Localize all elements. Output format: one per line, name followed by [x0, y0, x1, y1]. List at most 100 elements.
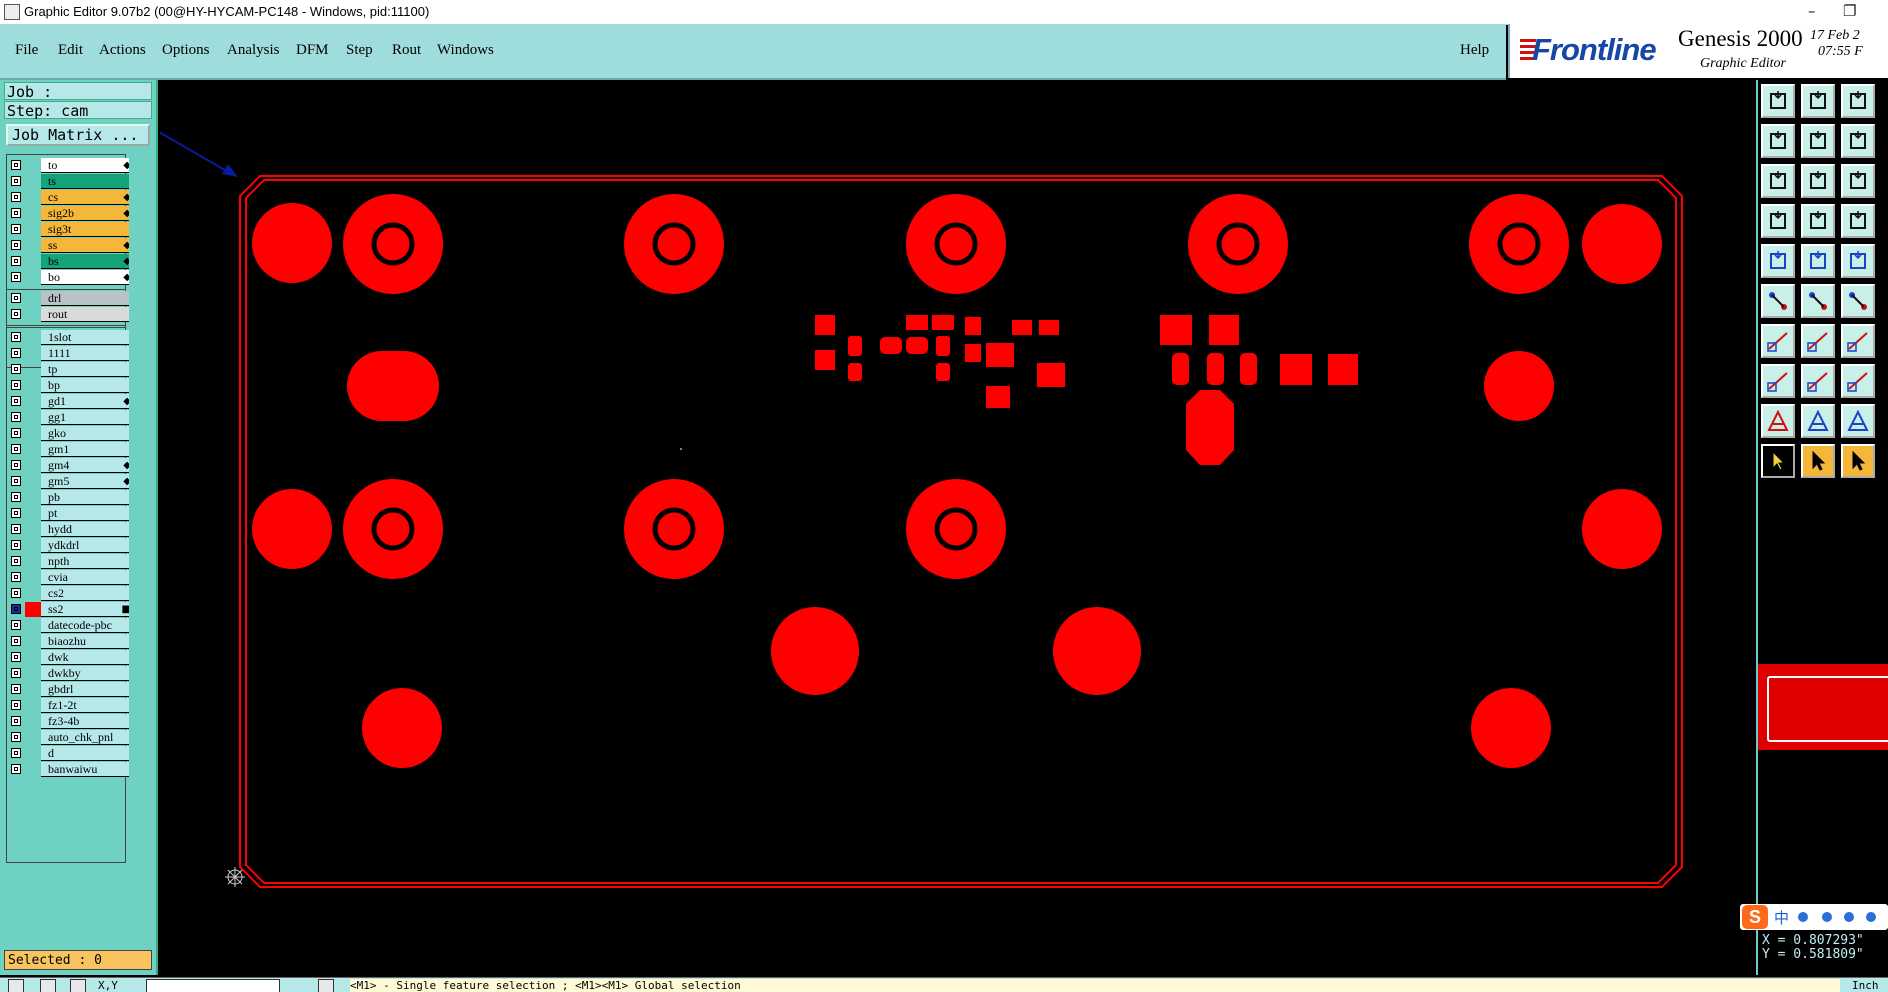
zoom-fit-icon[interactable] — [1841, 84, 1875, 118]
layer-checkbox[interactable] — [11, 396, 21, 406]
layer-name[interactable]: dwkby — [41, 666, 129, 681]
layer-name[interactable]: bo◆ — [41, 270, 129, 285]
ime-mic-icon[interactable] — [1822, 912, 1832, 922]
layer-row-gko[interactable]: gko — [7, 426, 129, 441]
layer-checkbox[interactable] — [11, 160, 21, 170]
layer-checkbox[interactable] — [11, 572, 21, 582]
menu-windows[interactable]: Windows — [437, 42, 494, 59]
layer-name[interactable]: cs◆ — [41, 190, 129, 205]
menu-help[interactable]: Help — [1460, 42, 1489, 59]
layer-name[interactable]: gko — [41, 426, 129, 441]
layer-checkbox[interactable] — [11, 652, 21, 662]
layer-checkbox[interactable] — [11, 428, 21, 438]
layer-checkbox[interactable] — [11, 764, 21, 774]
menu-edit[interactable]: Edit — [58, 42, 83, 59]
layer-checkbox[interactable] — [11, 588, 21, 598]
layer-row-hydd[interactable]: hydd — [7, 522, 129, 537]
layer-checkbox[interactable] — [11, 620, 21, 630]
layer-name[interactable]: gd1◆ — [41, 394, 129, 409]
layer-name[interactable]: hydd — [41, 522, 129, 537]
layer-row-gm4[interactable]: gm4◆ — [7, 458, 129, 473]
copy-icon[interactable] — [1761, 364, 1795, 398]
ruler-icon[interactable] — [1841, 244, 1875, 278]
layer-name[interactable]: ss2■ — [41, 602, 129, 617]
coord-input[interactable] — [146, 979, 280, 992]
layer-row-ss2[interactable]: ss2■ — [7, 602, 129, 617]
move-icon[interactable] — [1841, 284, 1875, 318]
layer-checkbox[interactable] — [11, 192, 21, 202]
arc-icon[interactable] — [1841, 324, 1875, 358]
layer-name[interactable]: rout — [41, 307, 129, 322]
layer-row-gbdrl[interactable]: gbdrl — [7, 682, 129, 697]
layer-row-ydkdrl[interactable]: ydkdrl — [7, 538, 129, 553]
layer-checkbox[interactable] — [11, 412, 21, 422]
layer-name[interactable]: to◆ — [41, 158, 129, 173]
layer-checkbox[interactable] — [11, 224, 21, 234]
layer-row-drl[interactable]: drl — [7, 291, 129, 306]
layer-name[interactable]: 1111 — [41, 346, 129, 361]
layer-row-fz3-4b[interactable]: fz3-4b — [7, 714, 129, 729]
draw-pad-icon[interactable] — [1761, 244, 1795, 278]
connect-icon[interactable] — [1761, 284, 1795, 318]
layer-name[interactable]: gm1 — [41, 442, 129, 457]
ime-toolbar[interactable]: S 中 — [1740, 904, 1888, 930]
delete-icon[interactable] — [1801, 284, 1835, 318]
pan-left-icon[interactable] — [1761, 124, 1795, 158]
ime-mode[interactable]: 中 — [1774, 907, 1789, 928]
layer-checkbox[interactable] — [11, 492, 21, 502]
layer-checkbox[interactable] — [11, 348, 21, 358]
layer-name[interactable]: cvia — [41, 570, 129, 585]
menu-step[interactable]: Step — [346, 42, 373, 59]
layer-row-cvia[interactable]: cvia — [7, 570, 129, 585]
layer-checkbox[interactable] — [11, 524, 21, 534]
layer-row-biaozhu[interactable]: biaozhu — [7, 634, 129, 649]
layer-name[interactable]: ss◆ — [41, 238, 129, 253]
layer-row-1slot[interactable]: 1slot — [7, 330, 129, 345]
menu-actions[interactable]: Actions — [99, 42, 146, 59]
layer-name[interactable]: sig3t — [41, 222, 129, 237]
layer-checkbox[interactable] — [11, 476, 21, 486]
restore-button[interactable]: ❐ — [1843, 2, 1856, 20]
layer-row-d[interactable]: d — [7, 746, 129, 761]
zoom-in-icon[interactable] — [1801, 84, 1835, 118]
layer-row-sig3t[interactable]: sig3t — [7, 222, 129, 237]
menu-options[interactable]: Options — [162, 42, 210, 59]
layer-row-fz1-2t[interactable]: fz1-2t — [7, 698, 129, 713]
layer-row-gm1[interactable]: gm1 — [7, 442, 129, 457]
layer-name[interactable]: bs◆ — [41, 254, 129, 269]
layer-name[interactable]: gm5◆ — [41, 474, 129, 489]
layer-row-pt[interactable]: pt — [7, 506, 129, 521]
layer-row-bs[interactable]: bs◆ — [7, 254, 129, 269]
resize-icon[interactable] — [1841, 364, 1875, 398]
layer-checkbox[interactable] — [11, 508, 21, 518]
layer-checkbox[interactable] — [11, 732, 21, 742]
layer-checkbox[interactable] — [11, 668, 21, 678]
ime-keyboard-icon[interactable] — [1844, 912, 1854, 922]
status-button[interactable] — [70, 979, 86, 992]
layer-name[interactable]: banwaiwu — [41, 762, 129, 777]
slash-icon[interactable] — [1801, 324, 1835, 358]
zoom-home-icon[interactable] — [1761, 84, 1795, 118]
menu-analysis[interactable]: Analysis — [227, 42, 280, 59]
select-arrow-icon[interactable] — [1761, 444, 1795, 478]
layer-row-tp[interactable]: tp — [7, 362, 129, 377]
layer-checkbox[interactable] — [11, 332, 21, 342]
layer-row-sig2b[interactable]: sig2b◆ — [7, 206, 129, 221]
status-button[interactable] — [8, 979, 24, 992]
layer-name[interactable]: pt — [41, 506, 129, 521]
text-a-icon[interactable] — [1801, 404, 1835, 438]
layer-checkbox[interactable] — [11, 256, 21, 266]
layer-checkbox[interactable] — [11, 748, 21, 758]
triangle-icon[interactable] — [1761, 404, 1795, 438]
ime-menu-icon[interactable] — [1866, 912, 1876, 922]
zoom-out-icon[interactable] — [1761, 164, 1795, 198]
layer-row-rout[interactable]: rout — [7, 307, 129, 322]
layer-row-dwk[interactable]: dwk — [7, 650, 129, 665]
zoom-page-icon[interactable] — [1801, 164, 1835, 198]
layer-name[interactable]: d — [41, 746, 129, 761]
layer-name[interactable]: pb — [41, 490, 129, 505]
layer-name[interactable]: bp — [41, 378, 129, 393]
layer-row-gm5[interactable]: gm5◆ — [7, 474, 129, 489]
layer-name[interactable]: npth — [41, 554, 129, 569]
layer-row-banwaiwu[interactable]: banwaiwu — [7, 762, 129, 777]
